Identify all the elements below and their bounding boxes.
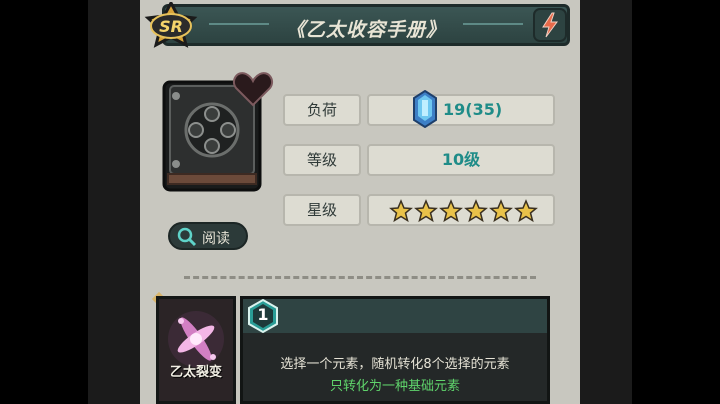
crystal-load-icon <box>413 90 437 128</box>
title-bar: 《乙太收容手册》 <box>162 4 570 46</box>
search-icon <box>177 227 197 247</box>
stat-value-level: 10级 <box>367 144 555 176</box>
load-value: 19(35) <box>443 100 503 119</box>
skill-name: 乙太裂变 <box>169 365 222 380</box>
stat-value-star <box>367 194 555 226</box>
skill-description-box: 1 选择一个元素，随机转化8个选择的元素 只转化为一种基础元素 <box>240 296 550 404</box>
skill-description: 选择一个元素，随机转化8个选择的元素 <box>280 357 510 372</box>
left-panel-edge <box>88 0 140 404</box>
skill-header-bar <box>243 299 547 333</box>
star-rating <box>389 199 538 223</box>
sr-rarity-badge: SR <box>144 2 198 48</box>
read-button[interactable]: 阅读 <box>168 222 248 250</box>
star-icon <box>489 199 513 223</box>
lightning-icon[interactable] <box>533 8 567 42</box>
stat-label-level: 等级 <box>283 144 361 176</box>
star-icon <box>514 199 538 223</box>
star-icon <box>414 199 438 223</box>
header: 《乙太收容手册》 SR <box>140 0 580 52</box>
rarity-text: SR <box>159 17 183 36</box>
skill-note: 只转化为一种基础元素 <box>329 379 460 394</box>
skill-fission-icon <box>159 299 233 401</box>
read-label: 阅读 <box>202 231 230 247</box>
right-panel-edge <box>580 0 632 404</box>
item-detail-panel: 《乙太收容手册》 SR 阅读 负荷 19(35) 等级 10级 星级 乙太裂变 … <box>140 0 580 404</box>
stat-value-load: 19(35) <box>367 90 555 128</box>
star-icon <box>464 199 488 223</box>
star-icon <box>389 199 413 223</box>
skill-icon-frame[interactable]: 乙太裂变 <box>156 296 236 404</box>
star-icon <box>439 199 463 223</box>
stat-label-star: 星级 <box>283 194 361 226</box>
favorite-heart-icon[interactable] <box>232 70 274 108</box>
skill-level-badge <box>248 299 278 333</box>
section-divider <box>184 276 536 279</box>
stat-label-load: 负荷 <box>283 94 361 126</box>
item-title: 《乙太收容手册》 <box>285 19 446 41</box>
